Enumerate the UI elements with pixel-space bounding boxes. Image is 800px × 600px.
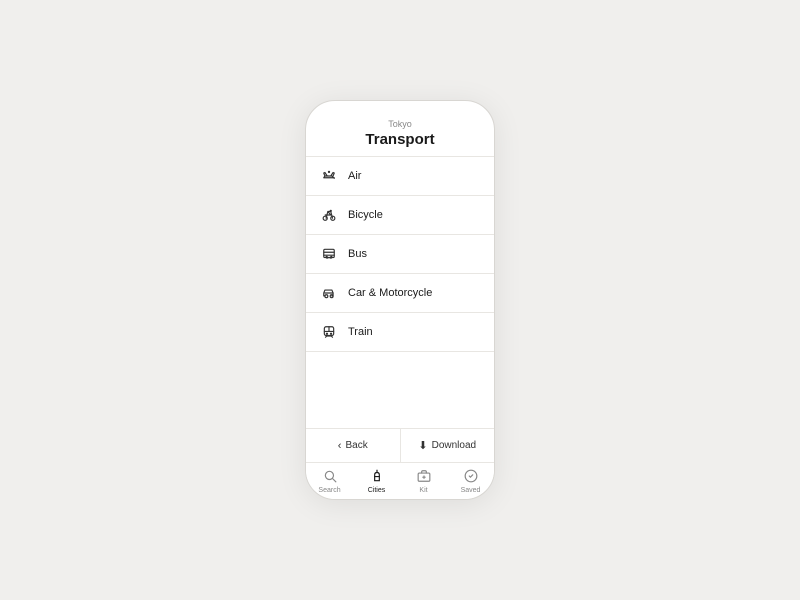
bicycle-label: Bicycle (348, 209, 383, 221)
train-label: Train (348, 326, 373, 338)
train-icon (320, 323, 338, 341)
bicycle-icon (320, 206, 338, 224)
list-item-bus[interactable]: Bus (306, 235, 494, 274)
city-label: Tokyo (320, 119, 480, 129)
air-icon (320, 167, 338, 185)
cities-icon (370, 469, 384, 486)
bottom-nav: Search Cities Kit (306, 462, 494, 499)
phone-frame: Tokyo Transport Air Bicycle (305, 100, 495, 500)
list-item-car-motorcycle[interactable]: Car & Motorcycle (306, 274, 494, 313)
list-item-bicycle[interactable]: Bicycle (306, 196, 494, 235)
list-item-train[interactable]: Train (306, 313, 494, 352)
back-button[interactable]: ‹ Back (306, 429, 401, 462)
list-item-air[interactable]: Air (306, 157, 494, 196)
saved-icon (464, 469, 478, 486)
air-label: Air (348, 170, 361, 182)
transport-list: Air Bicycle Bu (306, 157, 494, 428)
kit-nav-label: Kit (419, 487, 427, 494)
bus-icon (320, 245, 338, 263)
download-label: Download (432, 440, 476, 451)
page-title: Transport (320, 131, 480, 148)
cities-nav-label: Cities (368, 487, 386, 494)
saved-nav-label: Saved (461, 487, 481, 494)
search-icon (323, 469, 337, 486)
back-label: Back (345, 440, 367, 451)
nav-item-kit[interactable]: Kit (400, 463, 447, 499)
kit-icon (417, 469, 431, 486)
search-nav-label: Search (318, 487, 340, 494)
page-header: Tokyo Transport (306, 101, 494, 157)
car-motorcycle-label: Car & Motorcycle (348, 287, 432, 299)
back-icon: ‹ (338, 440, 342, 452)
nav-item-saved[interactable]: Saved (447, 463, 494, 499)
car-motorcycle-icon (320, 284, 338, 302)
footer-buttons: ‹ Back ⬇ Download (306, 428, 494, 462)
bus-label: Bus (348, 248, 367, 260)
nav-item-search[interactable]: Search (306, 463, 353, 499)
download-button[interactable]: ⬇ Download (401, 429, 495, 462)
download-icon: ⬇ (418, 439, 427, 452)
nav-item-cities[interactable]: Cities (353, 463, 400, 499)
